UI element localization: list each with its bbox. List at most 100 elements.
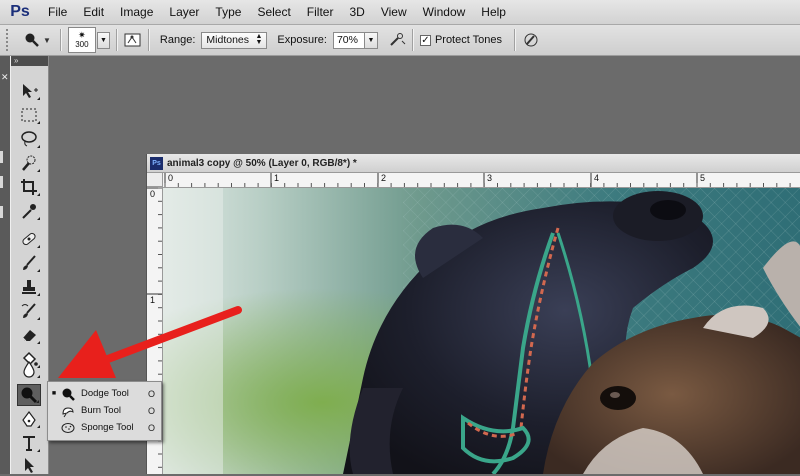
dodge-tool-icon [25, 33, 39, 47]
shortcut-key: O [147, 405, 155, 416]
options-bar-grip[interactable] [6, 29, 14, 51]
tool-preset-picker[interactable]: ▼ [24, 32, 54, 48]
dodge-tool[interactable] [17, 384, 41, 406]
flyout-item-label: Dodge Tool [81, 388, 129, 399]
lasso-tool[interactable] [17, 128, 41, 150]
submenu-indicator [37, 169, 40, 172]
ruler-label: 0 [150, 189, 156, 199]
dodge-tool-icon [60, 387, 76, 401]
menu-bar: Ps File Edit Image Layer Type Select Fil… [0, 0, 800, 25]
brush-tool[interactable] [17, 252, 41, 274]
shortcut-key: O [147, 422, 155, 433]
menu-select[interactable]: Select [249, 0, 298, 24]
ruler-label: 1 [274, 173, 280, 183]
protect-tones-checkbox[interactable]: ✓ [419, 34, 431, 46]
close-icon[interactable]: ✕ [1, 72, 9, 83]
crop-tool[interactable] [17, 176, 41, 198]
llama-photo [163, 188, 800, 474]
brush-panel-toggle[interactable] [124, 32, 142, 48]
range-select[interactable]: Midtones ▲ ▼ [201, 31, 268, 49]
menu-edit[interactable]: Edit [75, 0, 112, 24]
submenu-indicator [37, 245, 40, 248]
options-bar: ▼ ✷ 300 ▼ Range: Midtones ▲ ▼ Exposure: 7… [0, 25, 800, 56]
move-tool[interactable] [17, 80, 41, 102]
document-window: Ps animal3 copy @ 50% (Layer 0, RGB/8*) … [146, 154, 800, 474]
brush-size-value: 300 [75, 40, 89, 49]
submenu-indicator [37, 341, 40, 344]
panel-collapse-bar[interactable]: » [11, 56, 48, 66]
submenu-indicator [37, 97, 40, 100]
submenu-indicator [37, 449, 40, 452]
quick-selection-tool[interactable] [17, 152, 41, 174]
quick-selection-icon [22, 155, 36, 171]
selected-bullet-icon: ■ [51, 390, 57, 397]
flyout-item-label: Sponge Tool [81, 422, 134, 433]
protect-tones-label: Protect Tones [434, 34, 502, 46]
submenu-indicator [37, 193, 40, 196]
path-arrow-icon [25, 458, 34, 473]
menu-layer[interactable]: Layer [161, 0, 207, 24]
exposure-input[interactable]: 70% [332, 31, 365, 49]
divider [514, 29, 516, 51]
brush-dropdown-button[interactable]: ▼ [96, 31, 110, 49]
airbrush-icon [390, 33, 406, 46]
ruler-label: 5 [700, 173, 706, 183]
menu-filter[interactable]: Filter [299, 0, 342, 24]
flyout-item-label: Burn Tool [81, 405, 121, 416]
document-tab[interactable]: Ps animal3 copy @ 50% (Layer 0, RGB/8*) … [147, 154, 800, 173]
pen-nib-icon [22, 411, 36, 427]
divider [115, 29, 118, 51]
eyedropper-tool[interactable] [17, 200, 41, 222]
submenu-indicator [37, 269, 40, 272]
bandage-icon [22, 232, 36, 246]
ruler-label: 3 [487, 173, 493, 183]
divider [411, 29, 414, 51]
ps-document-icon: Ps [150, 156, 163, 170]
marquee-icon [21, 108, 37, 122]
flyout-item-sponge[interactable]: Sponge Tool O [48, 419, 161, 436]
history-brush-tool[interactable] [17, 300, 41, 322]
double-chevron-icon: » [14, 56, 19, 65]
clone-stamp-tool[interactable] [17, 276, 41, 298]
menu-image[interactable]: Image [112, 0, 161, 24]
marquee-tool[interactable] [17, 104, 41, 126]
airbrush-toggle[interactable] [388, 32, 406, 48]
stamp-icon [22, 280, 36, 294]
brush-preset-picker[interactable]: ✷ 300 [67, 27, 96, 53]
history-brush-icon [21, 303, 36, 318]
menu-view[interactable]: View [373, 0, 415, 24]
move-arrow-icon [23, 84, 38, 98]
menu-3d[interactable]: 3D [341, 0, 372, 24]
document-title: animal3 copy @ 50% (Layer 0, RGB/8*) * [167, 157, 357, 169]
submenu-indicator [37, 425, 40, 428]
pen-tool[interactable] [17, 408, 41, 430]
submenu-indicator [37, 375, 40, 378]
pressure-size-toggle[interactable] [522, 31, 540, 49]
panel-tab [0, 206, 3, 218]
flyout-item-dodge[interactable]: ■ Dodge Tool O [48, 385, 161, 402]
divider [147, 29, 150, 51]
healing-brush-tool[interactable] [17, 228, 41, 250]
blur-tool[interactable] [17, 358, 41, 380]
menu-window[interactable]: Window [415, 0, 474, 24]
eraser-tool[interactable] [17, 324, 41, 346]
photoshop-logo: Ps [10, 3, 30, 20]
exposure-slider-button[interactable]: ▼ [364, 31, 378, 49]
range-label: Range: [159, 34, 196, 46]
horizontal-ruler[interactable]: 0 1 2 3 4 5 [163, 173, 800, 188]
submenu-indicator [36, 400, 39, 403]
lasso-icon [21, 131, 37, 147]
ruler-label: 4 [594, 173, 600, 183]
menu-file[interactable]: File [40, 0, 75, 24]
ruler-origin[interactable] [147, 173, 163, 187]
range-value: Midtones [206, 34, 250, 46]
sponge-tool-icon [60, 421, 76, 435]
flyout-item-burn[interactable]: Burn Tool O [48, 402, 161, 419]
panel-tab [0, 176, 3, 188]
menu-type[interactable]: Type [207, 0, 249, 24]
type-tool[interactable] [17, 432, 41, 454]
menu-help[interactable]: Help [473, 0, 514, 24]
image-canvas[interactable] [163, 188, 800, 474]
panel-tab [0, 151, 3, 163]
path-selection-tool[interactable] [17, 454, 41, 476]
